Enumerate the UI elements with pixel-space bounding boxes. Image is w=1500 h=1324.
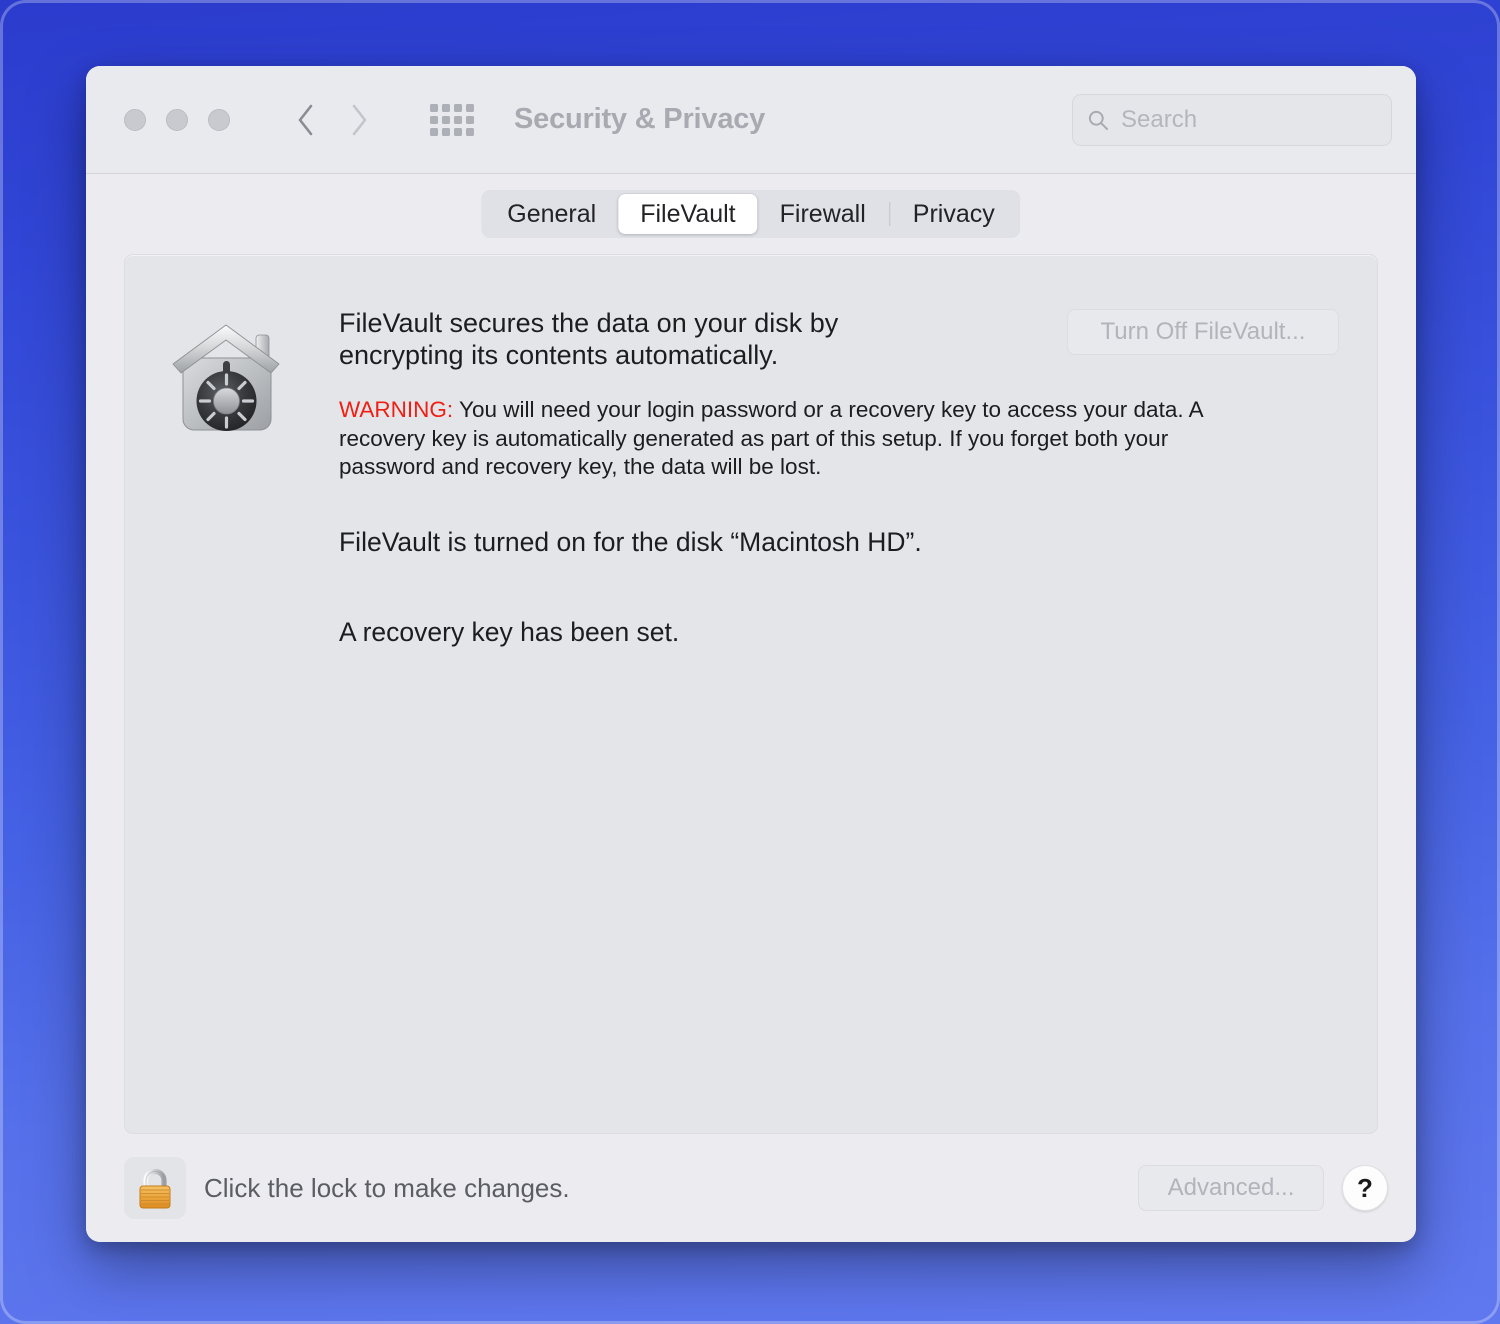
grid-dot: [442, 127, 450, 136]
bottom-bar-actions: Advanced... ?: [1138, 1165, 1388, 1211]
filevault-panel: FileVault secures the data on your disk …: [124, 254, 1378, 1134]
minimize-button[interactable]: [166, 108, 188, 131]
forward-arrow-icon[interactable]: [348, 103, 370, 137]
grid-dot: [430, 127, 438, 136]
search-field[interactable]: [1072, 93, 1392, 146]
close-button[interactable]: [124, 108, 146, 131]
grid-dot: [430, 115, 438, 124]
filevault-house-safe-icon: [172, 324, 280, 431]
grid-dot: [454, 103, 462, 112]
tab-general[interactable]: General: [485, 194, 618, 234]
search-input[interactable]: [1121, 105, 1377, 134]
lock-button[interactable]: [124, 1157, 186, 1219]
filevault-warning-text: WARNING: You will need your login passwo…: [339, 396, 1264, 482]
lock-message: Click the lock to make changes.: [204, 1172, 570, 1203]
grid-dot: [442, 115, 450, 124]
grid-dot: [454, 115, 462, 124]
navigation-arrows: [294, 103, 370, 137]
system-preferences-window: Security & Privacy General FileVault Fir…: [86, 66, 1416, 1242]
warning-body: You will need your login password or a r…: [339, 396, 1203, 480]
grid-dot: [430, 103, 438, 112]
back-arrow-icon[interactable]: [294, 103, 316, 137]
filevault-status-recovery-key: A recovery key has been set.: [339, 617, 680, 647]
window-title: Security & Privacy: [514, 103, 766, 135]
grid-dot: [466, 115, 474, 124]
grid-dot: [442, 103, 450, 112]
grid-dot: [466, 127, 474, 136]
search-icon: [1088, 110, 1108, 130]
help-button[interactable]: ?: [1342, 1165, 1388, 1211]
window-body: General FileVault Firewall Privacy FileV…: [86, 174, 1416, 1242]
lock-closed-icon: [139, 1168, 171, 1209]
turn-off-filevault-button[interactable]: Turn Off FileVault...: [1067, 309, 1339, 355]
advanced-button[interactable]: Advanced...: [1138, 1165, 1324, 1211]
show-all-icon[interactable]: [430, 103, 474, 136]
window-toolbar: Security & Privacy: [86, 66, 1416, 174]
grid-dot: [454, 127, 462, 136]
tab-privacy[interactable]: Privacy: [891, 194, 1017, 234]
warning-label: WARNING:: [339, 396, 454, 422]
zoom-button[interactable]: [208, 108, 230, 131]
tab-filevault[interactable]: FileVault: [618, 194, 758, 234]
filevault-status-disk: FileVault is turned on for the disk “Mac…: [339, 527, 922, 557]
tab-firewall[interactable]: Firewall: [758, 194, 888, 234]
tab-bar: General FileVault Firewall Privacy: [481, 190, 1021, 238]
grid-dot: [466, 103, 474, 112]
filevault-intro-text: FileVault secures the data on your disk …: [339, 308, 839, 371]
traffic-lights: [124, 108, 230, 131]
tab-separator: [888, 202, 890, 226]
bottom-bar: Click the lock to make changes. Advanced…: [86, 1134, 1416, 1242]
